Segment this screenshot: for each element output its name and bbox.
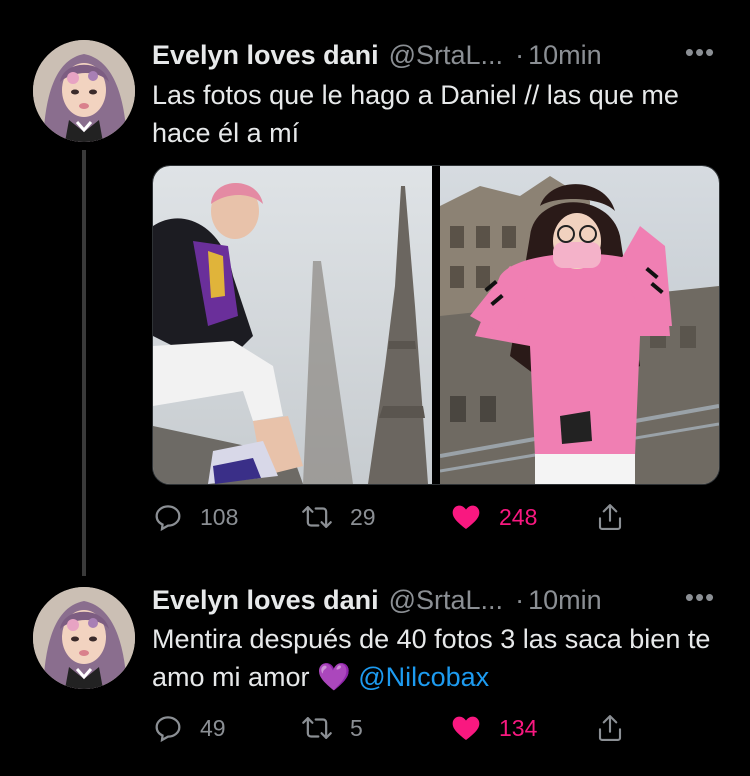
retweet-action[interactable]: 29: [300, 497, 376, 537]
media-grid[interactable]: [152, 165, 720, 485]
tweet-actions: 49 5 134: [152, 708, 632, 748]
display-name[interactable]: Evelyn loves dani: [152, 585, 379, 616]
photo-right[interactable]: [440, 166, 719, 484]
like-count: 248: [499, 503, 538, 530]
avatar[interactable]: [33, 40, 135, 142]
reply-count: 108: [200, 503, 239, 530]
retweet-icon: [302, 717, 332, 739]
username-handle[interactable]: @SrtaL...: [389, 585, 503, 616]
media-divider: [432, 166, 440, 484]
reply-count: 49: [200, 714, 226, 741]
reply-icon: [155, 505, 181, 532]
like-action[interactable]: 134: [449, 708, 537, 748]
share-action[interactable]: [595, 497, 625, 537]
purple-heart-emoji: 💜: [317, 662, 351, 692]
separator-dot: ·: [515, 39, 525, 70]
reply-action[interactable]: 108: [152, 497, 238, 537]
heart-filled-icon: [452, 505, 480, 529]
retweet-icon: [302, 506, 332, 528]
separator-dot: ·: [515, 584, 525, 615]
share-icon: [598, 715, 622, 741]
timestamp[interactable]: 10min: [528, 585, 602, 616]
tweet-actions: 108 29 248: [152, 497, 632, 537]
tweet-text: Las fotos que le hago a Daniel // las qu…: [152, 80, 679, 148]
heart-filled-icon: [452, 716, 480, 740]
display-name[interactable]: Evelyn loves dani: [152, 40, 379, 71]
share-action[interactable]: [595, 708, 625, 748]
share-icon: [598, 504, 622, 530]
mention-link[interactable]: @Nilcobax: [358, 662, 489, 692]
more-options-icon[interactable]: •••: [680, 584, 720, 615]
avatar[interactable]: [33, 587, 135, 689]
thread-connector-line: [82, 150, 86, 576]
tweet-header: Evelyn loves dani @SrtaL... · 10min: [152, 580, 602, 620]
retweet-action[interactable]: 5: [300, 708, 363, 748]
username-handle[interactable]: @SrtaL...: [389, 40, 503, 71]
tweet-text: Mentira después de 40 fotos 3 las saca b…: [152, 620, 732, 696]
tweet-header: Evelyn loves dani @SrtaL... · 10min: [152, 35, 602, 75]
timestamp[interactable]: 10min: [528, 40, 602, 71]
retweet-count: 29: [350, 503, 376, 530]
like-action[interactable]: 248: [449, 497, 537, 537]
reply-icon: [155, 716, 181, 743]
reply-action[interactable]: 49: [152, 708, 226, 748]
more-options-icon[interactable]: •••: [680, 39, 720, 70]
retweet-count: 5: [350, 714, 363, 741]
like-count: 134: [499, 714, 538, 741]
photo-left[interactable]: [153, 166, 432, 484]
